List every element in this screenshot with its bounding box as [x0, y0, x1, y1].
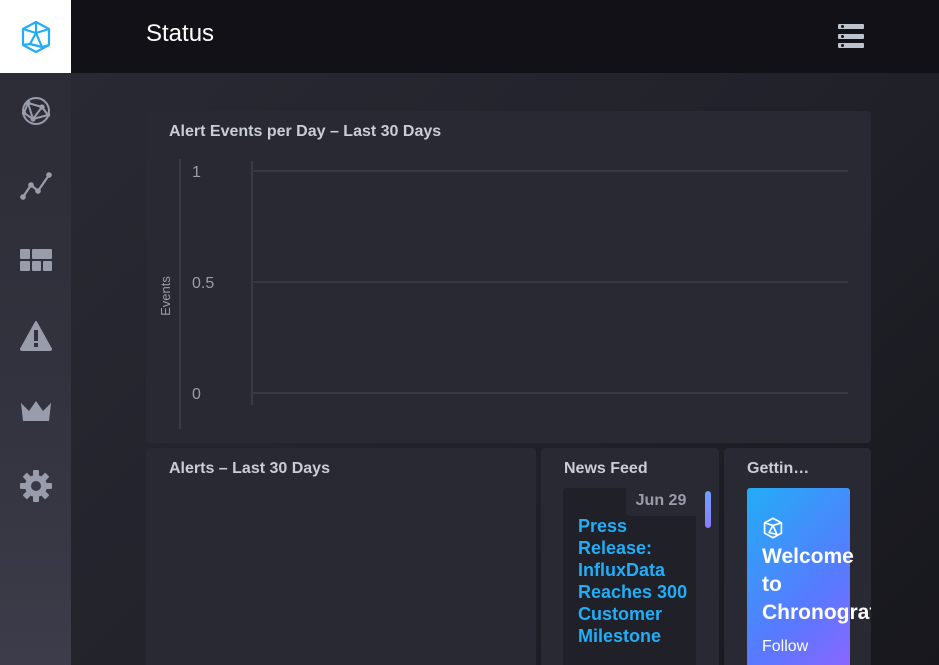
- alert-events-chart-panel: Alert Events per Day – Last 30 Days 1 0.5…: [146, 111, 871, 443]
- news-feed-panel: News Feed Jun 29 Press Release: InfluxDa…: [541, 448, 719, 665]
- getting-started-panel: Gettin… Welcome to Chronograf Follow: [724, 448, 871, 665]
- sidebar-item-alerts[interactable]: [0, 298, 71, 373]
- hexagon-logo-icon: [21, 20, 50, 53]
- news-item: Jun 29 Press Release: InfluxData Reaches…: [563, 488, 696, 665]
- network-graph-icon: [21, 96, 50, 125]
- panel-title: Alerts – Last 30 Days: [169, 460, 330, 477]
- panel-title: News Feed: [564, 460, 648, 477]
- dashboard-grid-icon: [19, 248, 52, 271]
- news-headline-link[interactable]: Press Release: InfluxData Reaches 300 Cu…: [578, 515, 688, 647]
- sidebar-item-explore[interactable]: [0, 148, 71, 223]
- sidebar: [0, 0, 71, 665]
- sidebar-item-admin[interactable]: [0, 373, 71, 448]
- server-stack-icon-bar: [838, 33, 864, 39]
- page-header: Status: [71, 0, 939, 73]
- y-axis-label: Events: [158, 276, 173, 316]
- page-title: Status: [146, 20, 215, 47]
- logo[interactable]: [0, 0, 71, 73]
- news-date: Jun 29: [626, 488, 696, 516]
- panel-title: Gettin…: [747, 460, 810, 477]
- y-tick-label: 0: [192, 386, 201, 403]
- sidebar-item-configuration[interactable]: [0, 448, 71, 523]
- gear-icon: [19, 469, 52, 502]
- y-tick-label: 1: [192, 164, 201, 181]
- status-page: Alert Events per Day – Last 30 Days 1 0.5…: [71, 73, 939, 665]
- y-tick-label: 0.5: [192, 275, 214, 292]
- sidebar-item-dashboards[interactable]: [0, 223, 71, 298]
- server-stack-icon-bar: [838, 43, 864, 48]
- alert-triangle-icon: [19, 320, 52, 351]
- source-menu-button[interactable]: [838, 24, 864, 48]
- welcome-card: Welcome to Chronograf Follow: [747, 488, 871, 665]
- follow-link[interactable]: Follow: [762, 638, 808, 656]
- crown-icon: [20, 400, 51, 421]
- welcome-title: Welcome to Chronograf: [762, 545, 871, 624]
- scrollbar-thumb[interactable]: [705, 491, 711, 528]
- sidebar-item-hosts[interactable]: [0, 73, 71, 148]
- alerts-panel: Alerts – Last 30 Days: [146, 448, 536, 665]
- hexagon-logo-icon: [763, 517, 783, 539]
- line-graph-icon: [19, 171, 52, 200]
- alert-events-chart: 1 0.5 0 Events: [158, 159, 848, 429]
- server-stack-icon: [838, 24, 864, 29]
